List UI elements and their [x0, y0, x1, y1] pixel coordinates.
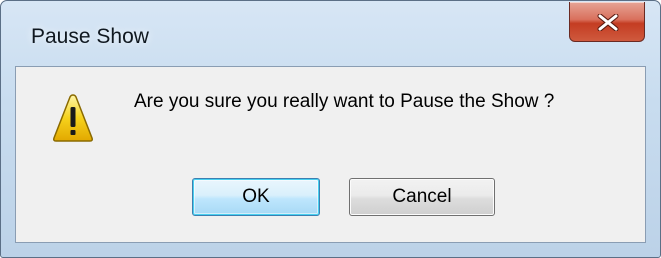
dialog-title: Pause Show	[31, 25, 149, 48]
cancel-button[interactable]: Cancel	[349, 178, 495, 216]
pause-show-dialog: Pause Show Are you sure you really want …	[0, 0, 661, 258]
warning-triangle-icon	[53, 94, 93, 142]
close-button[interactable]	[569, 2, 645, 42]
ok-button[interactable]: OK	[192, 178, 320, 216]
close-x-icon	[597, 14, 619, 31]
dialog-message: Are you sure you really want to Pause th…	[134, 91, 555, 112]
